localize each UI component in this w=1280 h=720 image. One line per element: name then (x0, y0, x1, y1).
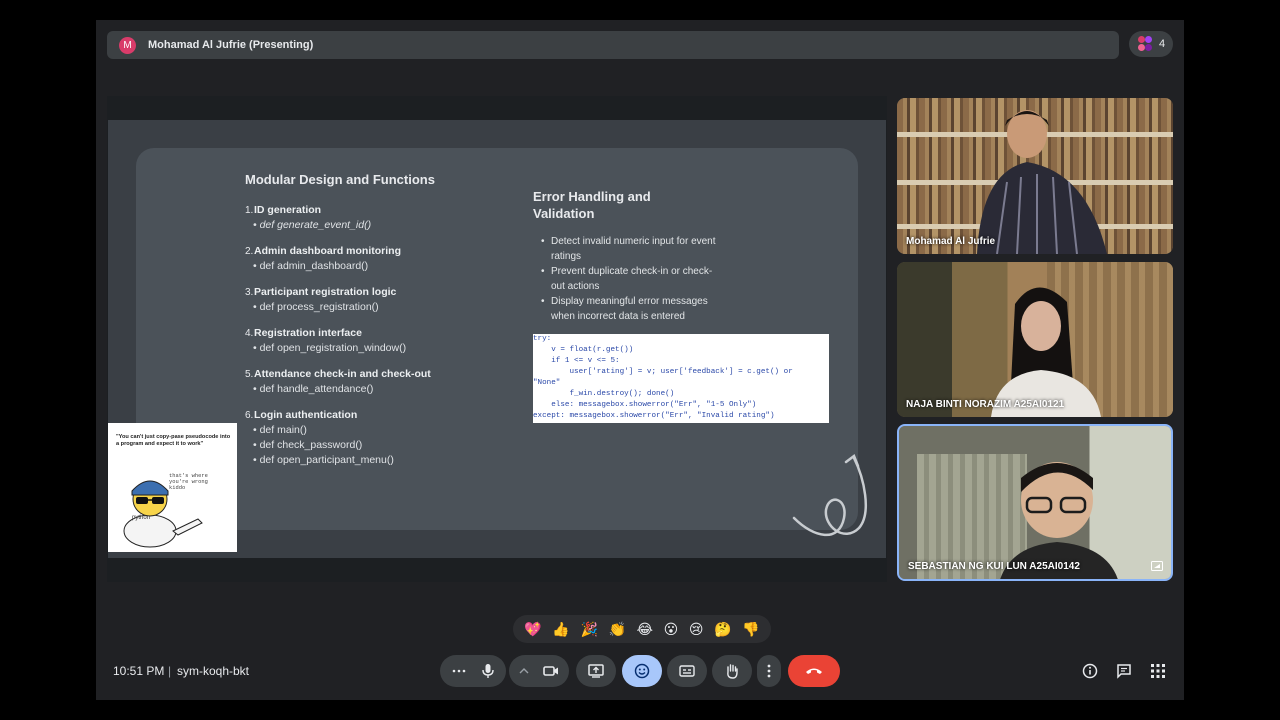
list-item: 1.ID generation def generate_event_id() (245, 204, 485, 231)
present-screen-button[interactable] (576, 655, 616, 687)
reaction-heart[interactable]: 💖 (524, 621, 541, 638)
presenter-avatar: M (119, 36, 136, 54)
mic-control[interactable] (440, 655, 506, 687)
meme-hat-label: python (132, 515, 151, 521)
pin-tile-icon[interactable] (1151, 561, 1163, 571)
list-item: 6.Login authentication def main() def ch… (245, 409, 485, 466)
smiley-icon (634, 663, 650, 679)
reaction-clap[interactable]: 👏 (609, 621, 626, 638)
more-vert-icon (767, 664, 771, 678)
people-icon (1137, 36, 1153, 52)
reaction-sad[interactable]: 😢 (689, 621, 704, 638)
participant-name: Mohamad Al Jufrie (906, 236, 996, 247)
participant-tile-sebastian[interactable]: SEBASTIAN NG KUI LUN A25AI0142 (897, 424, 1173, 581)
reaction-party[interactable]: 🎉 (580, 621, 597, 638)
presenting-label: Mohamad Al Jufrie (Presenting) (148, 39, 314, 51)
present-screen-icon (588, 664, 604, 678)
code-snippet: try: v = float(r.get()) if 1 <= v <= 5: … (533, 334, 829, 423)
participant-tile-naja[interactable]: NAJA BINTI NORAZIM A25AI0121 (897, 262, 1173, 417)
more-audio-options-icon[interactable] (452, 669, 466, 673)
captions-button[interactable] (667, 655, 707, 687)
function-list: 1.ID generation def generate_event_id() … (245, 204, 485, 476)
meeting-details-button[interactable] (1081, 662, 1099, 680)
meme-image: "You can't just copy-pase pseudocode int… (108, 423, 237, 552)
activities-button[interactable] (1149, 662, 1167, 680)
more-options-button[interactable] (757, 655, 781, 687)
list-item: 3.Participant registration logic def pro… (245, 286, 485, 313)
list-item: 5.Attendance check-in and check-out def … (245, 368, 485, 395)
reaction-thinking[interactable]: 🤔 (714, 621, 731, 638)
raise-hand-icon (727, 664, 738, 679)
list-item: 2.Admin dashboard monitoring def admin_d… (245, 245, 485, 272)
meeting-time: 10:51 PM (113, 664, 165, 678)
captions-icon (679, 665, 695, 677)
microphone-icon[interactable] (482, 663, 494, 679)
chat-button[interactable] (1115, 662, 1133, 680)
decorative-swirl (792, 454, 867, 537)
meme-caption: "You can't just copy-pase pseudocode int… (116, 434, 231, 447)
presenting-bar[interactable]: M Mohamad Al Jufrie (Presenting) (107, 31, 1119, 59)
reaction-thumbs-down[interactable]: 👎 (742, 621, 759, 638)
reactions-bar: 💖 👍 🎉 👏 😂 😮 😢 🤔 👎 (513, 615, 771, 643)
slide: Modular Design and Functions 1.ID genera… (136, 148, 867, 537)
meet-window: M Mohamad Al Jufrie (Presenting) 4 Modul… (96, 20, 1184, 700)
camera-icon[interactable] (543, 665, 559, 677)
info-icon (1082, 663, 1098, 679)
camera-control[interactable] (509, 655, 569, 687)
python-cool-icon (123, 480, 203, 548)
slide-right-title: Error Handling and Validation (533, 189, 651, 221)
reaction-thumbs-up[interactable]: 👍 (552, 621, 569, 638)
reactions-button[interactable] (622, 655, 662, 687)
bullet-item: Display meaningful error messages when i… (533, 294, 723, 324)
participants-button[interactable]: 4 (1129, 31, 1173, 57)
error-handling-list: Detect invalid numeric input for event r… (533, 234, 723, 324)
apps-grid-icon (1151, 664, 1165, 678)
slide-left-title: Modular Design and Functions (245, 172, 435, 187)
participant-tile-mohamad[interactable]: Mohamad Al Jufrie (897, 98, 1173, 254)
participant-name: SEBASTIAN NG KUI LUN A25AI0142 (908, 561, 1080, 572)
bullet-item: Detect invalid numeric input for event r… (533, 234, 723, 264)
shared-screen: Modular Design and Functions 1.ID genera… (107, 96, 887, 582)
separator: | (168, 664, 172, 678)
participants-count: 4 (1158, 38, 1166, 50)
meeting-code: sym-koqh-bkt (177, 664, 250, 678)
reaction-surprised[interactable]: 😮 (664, 621, 679, 638)
bullet-item: Prevent duplicate check-in or check-out … (533, 264, 723, 294)
chevron-up-icon[interactable] (519, 668, 529, 674)
raise-hand-button[interactable] (712, 655, 752, 687)
participant-video (991, 287, 1101, 417)
hang-up-icon (806, 668, 822, 674)
reaction-laugh[interactable]: 😂 (637, 621, 653, 638)
list-item: 4.Registration interface def open_regist… (245, 327, 485, 354)
chat-icon (1117, 664, 1131, 679)
leave-call-button[interactable] (788, 655, 840, 687)
participant-video (977, 110, 1107, 254)
participant-name: NAJA BINTI NORAZIM A25AI0121 (906, 399, 1065, 410)
